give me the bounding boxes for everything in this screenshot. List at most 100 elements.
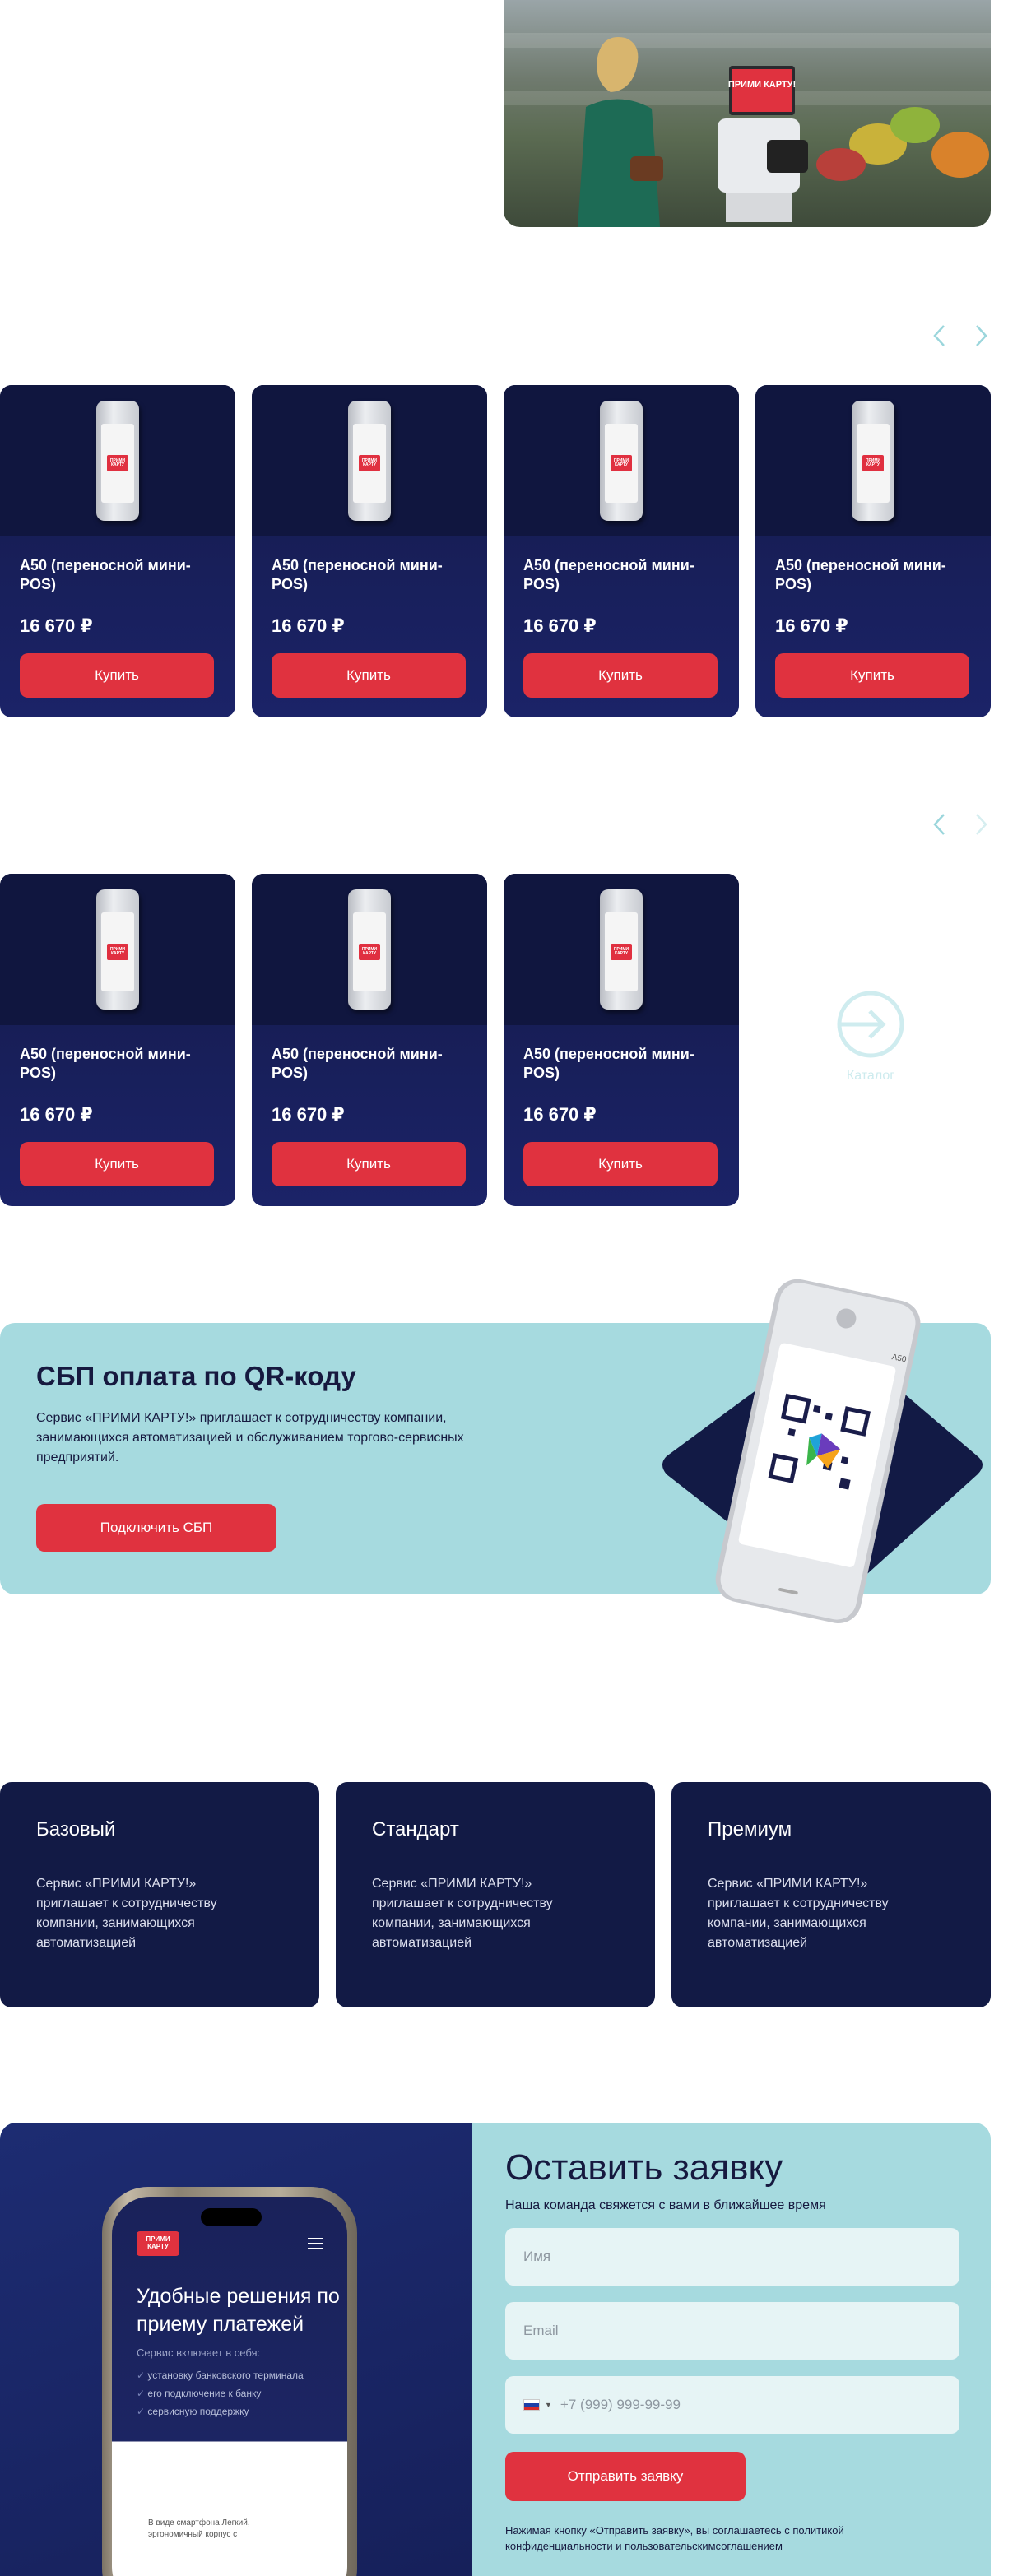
- russia-flag-icon[interactable]: [523, 2399, 540, 2411]
- pos-device-image: ПРИМИ КАРТУ: [96, 401, 139, 521]
- kiosk-terminal: ПРИМИ КАРТУ!: [718, 66, 808, 222]
- chevron-down-icon[interactable]: ▼: [545, 2401, 552, 2409]
- buy-button[interactable]: Купить: [523, 1142, 718, 1186]
- tariff-description: Сервис «ПРИМИ КАРТУ!» приглашает к сотру…: [36, 1877, 217, 1950]
- product-row-2: ПРИМИ КАРТУ A50 (переносной мини-POS) 16…: [0, 874, 739, 1206]
- product-price: 16 670 ₽: [775, 615, 848, 636]
- sbp-title: СБП оплата по QR-коду: [36, 1361, 356, 1391]
- phone-heading: Удобные решения по приему платежей: [137, 2285, 340, 2336]
- product-price: 16 670 ₽: [20, 1104, 93, 1125]
- slider-arrows-1: [930, 323, 991, 349]
- product-price: 16 670 ₽: [272, 1104, 345, 1125]
- next-arrow-button[interactable]: [973, 323, 991, 349]
- tariff-description: Сервис «ПРИМИ КАРТУ!» приглашает к сотру…: [708, 1877, 889, 1950]
- chevron-left-icon: [933, 814, 945, 835]
- product-image: ПРИМИ КАРТУ: [504, 385, 739, 536]
- tariff-card[interactable]: Базовый Сервис «ПРИМИ КАРТУ!» приглашает…: [0, 1782, 319, 2007]
- tariffs: Базовый Сервис «ПРИМИ КАРТУ!» приглашает…: [0, 1782, 991, 2007]
- list-item: установку банковского терминала: [137, 2366, 303, 2384]
- phone-feature-list: установку банковского терминала его подк…: [137, 2366, 304, 2421]
- phone-product-card: В виде смартфона Легкий, эргономичный ко…: [140, 2509, 263, 2575]
- product-image: ПРИМИ КАРТУ: [252, 385, 487, 536]
- pos-device-image: ПРИМИ КАРТУ: [852, 401, 894, 521]
- privacy-disclaimer: Нажимая кнопку «Отправить заявку», вы со…: [505, 2524, 844, 2552]
- smartphone-image: ПРИМИ КАРТУ Удобные решения по приему пл…: [102, 2187, 357, 2576]
- buy-button[interactable]: Купить: [272, 1142, 466, 1186]
- phone-input[interactable]: [560, 2397, 941, 2413]
- pos-device-image: ПРИМИ КАРТУ: [600, 889, 643, 1010]
- catalog-label: Каталог: [846, 1069, 895, 1083]
- product-card: ПРИМИ КАРТУ A50 (переносной мини-POS) 16…: [252, 874, 487, 1206]
- hero-photo: ПРИМИ КАРТУ!: [504, 0, 991, 227]
- form-title: Оставить заявку: [505, 2147, 783, 2188]
- product-price: 16 670 ₽: [272, 615, 345, 636]
- product-card: ПРИМИ КАРТУ A50 (переносной мини-POS) 16…: [504, 385, 739, 717]
- product-price: 16 670 ₽: [20, 615, 93, 636]
- submit-button[interactable]: Отправить заявку: [505, 2452, 746, 2501]
- pos-qr-device: A50: [715, 1279, 921, 1623]
- product-title: A50 (переносной мини-POS): [20, 557, 191, 592]
- woman-figure: [578, 37, 663, 227]
- chevron-left-icon: [933, 325, 945, 346]
- pos-device-image: ПРИМИ КАРТУ: [600, 401, 643, 521]
- phone-promo: ПРИМИ КАРТУ Удобные решения по приему пл…: [0, 2123, 472, 2576]
- sbp-description: Сервис «ПРИМИ КАРТУ!» приглашает к сотру…: [36, 1411, 464, 1464]
- brand-logo: ПРИМИ КАРТУ: [137, 2231, 179, 2256]
- name-input[interactable]: [523, 2249, 941, 2265]
- page: ПРИМИ КАРТУ! ПРИМИ КАРТУ A50 (переносной…: [0, 0, 1022, 2576]
- kiosk-sign: ПРИМИ КАРТУ!: [728, 80, 796, 90]
- tariff-name: Стандарт: [372, 1818, 459, 1840]
- product-card: ПРИМИ КАРТУ A50 (переносной мини-POS) 16…: [0, 874, 235, 1206]
- product-image: ПРИМИ КАРТУ: [0, 874, 235, 1025]
- buy-button[interactable]: Купить: [523, 653, 718, 698]
- pos-device-image: ПРИМИ КАРТУ: [348, 889, 391, 1010]
- connect-sbp-button[interactable]: Подключить СБП: [36, 1504, 276, 1552]
- tariff-card[interactable]: Премиум Сервис «ПРИМИ КАРТУ!» приглашает…: [671, 1782, 991, 2007]
- product-card: ПРИМИ КАРТУ A50 (переносной мини-POS) 16…: [755, 385, 991, 717]
- phone-subheading: Сервис включает в себя:: [137, 2346, 261, 2359]
- phone-product-badge: A50 – мини-POS на базе Android: [143, 2463, 318, 2476]
- product-title: A50 (переносной мини-POS): [523, 1046, 694, 1081]
- chevron-right-icon: [976, 325, 987, 346]
- menu-icon: [308, 2238, 323, 2249]
- product-image: ПРИМИ КАРТУ: [0, 385, 235, 536]
- buy-button[interactable]: Купить: [20, 1142, 214, 1186]
- product-row-1: ПРИМИ КАРТУ A50 (переносной мини-POS) 16…: [0, 385, 991, 717]
- prev-arrow-button[interactable]: [930, 811, 948, 838]
- product-title: A50 (переносной мини-POS): [20, 1046, 191, 1081]
- email-input[interactable]: [523, 2323, 941, 2339]
- product-title: A50 (переносной мини-POS): [523, 557, 694, 592]
- tariff-name: Премиум: [708, 1818, 792, 1840]
- form-subtitle: Наша команда свяжется с вами в ближайшее…: [505, 2198, 826, 2212]
- pos-device-image: ПРИМИ КАРТУ: [96, 889, 139, 1010]
- product-title: A50 (переносной мини-POS): [272, 1046, 443, 1081]
- tariff-card[interactable]: Стандарт Сервис «ПРИМИ КАРТУ!» приглашае…: [336, 1782, 655, 2007]
- product-image: ПРИМИ КАРТУ: [755, 385, 991, 536]
- pos-device-image: ПРИМИ КАРТУ: [348, 401, 391, 521]
- buy-button[interactable]: Купить: [20, 653, 214, 698]
- product-image: ПРИМИ КАРТУ: [504, 874, 739, 1025]
- product-card: ПРИМИ КАРТУ A50 (переносной мини-POS) 16…: [0, 385, 235, 717]
- product-price: 16 670 ₽: [523, 615, 597, 636]
- email-field: [505, 2302, 959, 2360]
- tariff-description: Сервис «ПРИМИ КАРТУ!» приглашает к сотру…: [372, 1877, 553, 1950]
- name-field: [505, 2228, 959, 2286]
- arrow-circle-right-icon: [837, 991, 904, 1058]
- product-title: A50 (переносной мини-POS): [272, 557, 443, 592]
- buy-button[interactable]: Купить: [775, 653, 969, 698]
- product-card: ПРИМИ КАРТУ A50 (переносной мини-POS) 16…: [252, 385, 487, 717]
- qr-code-icon: [768, 1393, 871, 1496]
- list-item: сервисную поддержку: [137, 2402, 304, 2421]
- prev-arrow-button[interactable]: [930, 323, 948, 349]
- request-section: ПРИМИ КАРТУ Удобные решения по приему пл…: [0, 2123, 991, 2576]
- product-image: ПРИМИ КАРТУ: [252, 874, 487, 1025]
- product-price: 16 670 ₽: [523, 1104, 597, 1125]
- list-item: его подключение к банку: [137, 2384, 304, 2402]
- phone-field: ▼: [505, 2376, 959, 2434]
- slider-arrows-2: [930, 811, 991, 838]
- catalog-link[interactable]: Каталог: [823, 987, 918, 1084]
- product-title: A50 (переносной мини-POS): [775, 557, 946, 592]
- buy-button[interactable]: Купить: [272, 653, 466, 698]
- product-card: ПРИМИ КАРТУ A50 (переносной мини-POS) 16…: [504, 874, 739, 1206]
- next-arrow-button[interactable]: [973, 811, 991, 838]
